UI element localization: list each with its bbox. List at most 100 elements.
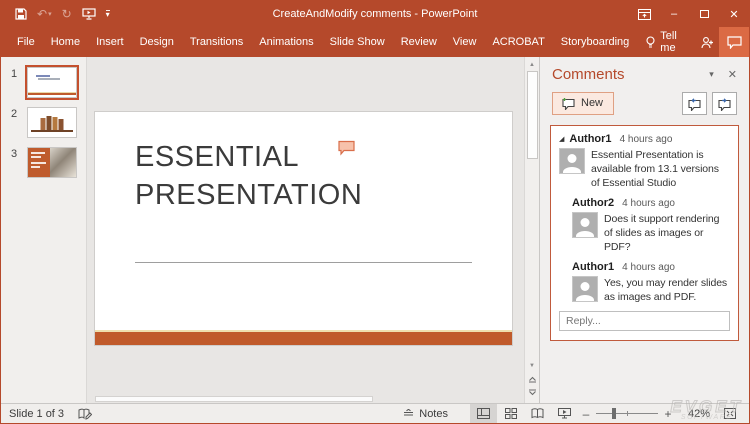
vertical-scrollbar[interactable]: ▲ ▼ xyxy=(524,57,539,403)
tab-home[interactable]: Home xyxy=(43,27,88,57)
slide-title-text[interactable]: ESSENTIAL PRESENTATION xyxy=(135,138,362,214)
slide-number: 3 xyxy=(1,147,27,160)
slide-divider-line xyxy=(135,262,472,263)
pane-dropdown-icon[interactable]: ▾ xyxy=(695,69,728,80)
reply-input[interactable] xyxy=(559,311,730,331)
slide-canvas[interactable]: ESSENTIAL PRESENTATION xyxy=(94,111,513,346)
tab-slide-show[interactable]: Slide Show xyxy=(322,27,393,57)
thumbnail-row-1: 1 xyxy=(1,67,86,98)
comment-text: Yes, you may render slides as images and… xyxy=(604,276,730,304)
tab-transitions[interactable]: Transitions xyxy=(182,27,251,57)
tab-animations[interactable]: Animations xyxy=(251,27,321,57)
slide-thumbnail-3[interactable] xyxy=(27,147,77,178)
comments-pane-header: Comments ▾ ✕ xyxy=(540,57,749,85)
previous-slide-button[interactable] xyxy=(528,372,537,386)
status-right: Notes – + 42% xyxy=(403,404,749,423)
slide-editor: ESSENTIAL PRESENTATION ▲ ▼ xyxy=(87,57,539,403)
title-bar: CreateAndModify comments - PowerPoint ↶▾… xyxy=(1,1,749,27)
slide-thumbnail-2[interactable] xyxy=(27,107,77,138)
new-comment-button[interactable]: New xyxy=(552,92,614,115)
tab-design[interactable]: Design xyxy=(132,27,182,57)
slide-indicator: Slide 1 of 3 xyxy=(9,408,64,420)
slide-number: 1 xyxy=(1,67,27,80)
minimize-button[interactable]: – xyxy=(659,1,689,27)
comment-header: ◢ Author1 4 hours ago xyxy=(559,133,730,145)
scroll-up-icon[interactable]: ▲ xyxy=(529,57,535,71)
comment-author: Author1 xyxy=(572,261,614,273)
scrollbar-thumb[interactable] xyxy=(527,71,538,159)
slide-sorter-view-button[interactable] xyxy=(497,404,524,423)
new-comment-label: New xyxy=(581,97,603,109)
ribbon-display-options-icon[interactable] xyxy=(629,1,659,27)
comments-pane: Comments ▾ ✕ New ◢ A xyxy=(539,57,749,403)
comment-replies: Author2 4 hours ago Does it support rend… xyxy=(572,197,730,304)
reading-view-button[interactable] xyxy=(524,404,551,423)
comment-text: Does it support rendering of slides as i… xyxy=(604,212,730,254)
comment-marker-icon[interactable] xyxy=(337,140,357,157)
comment-time: 4 hours ago xyxy=(622,262,675,273)
tab-file[interactable]: File xyxy=(9,27,43,57)
avatar xyxy=(559,148,585,174)
share-button[interactable] xyxy=(694,27,719,57)
zoom-slider-knob[interactable] xyxy=(612,408,616,419)
avatar xyxy=(572,212,598,238)
normal-view-button[interactable] xyxy=(470,404,497,423)
show-comments-button[interactable] xyxy=(719,27,749,57)
notes-toggle[interactable]: Notes xyxy=(403,408,448,420)
status-left: Slide 1 of 3 xyxy=(1,408,92,420)
close-button[interactable]: ✕ xyxy=(719,1,749,27)
slide-show-view-button[interactable] xyxy=(551,404,578,423)
comment-body: Essential Presentation is available from… xyxy=(559,148,730,190)
tell-me-box[interactable]: Tell me xyxy=(637,27,694,57)
comment-time: 4 hours ago xyxy=(620,134,673,145)
reply-body: Yes, you may render slides as images and… xyxy=(572,276,730,304)
maximize-button[interactable] xyxy=(689,1,719,27)
fit-slide-to-window-button[interactable] xyxy=(716,404,743,423)
reply-body: Does it support rendering of slides as i… xyxy=(572,212,730,254)
next-slide-button[interactable] xyxy=(528,386,537,403)
slide-number: 2 xyxy=(1,107,27,120)
previous-comment-button[interactable] xyxy=(682,92,707,115)
status-bar: Slide 1 of 3 Notes – xyxy=(1,403,749,423)
tab-review[interactable]: Review xyxy=(393,27,445,57)
start-from-beginning-icon[interactable] xyxy=(82,8,96,20)
comment-author: Author1 xyxy=(569,133,611,145)
comment-thread[interactable]: ◢ Author1 4 hours ago Essential Presenta… xyxy=(550,125,739,341)
thumbnail-row-3: 3 xyxy=(1,147,86,178)
save-icon[interactable] xyxy=(15,8,27,20)
comment-text: Essential Presentation is available from… xyxy=(591,148,730,190)
notes-label: Notes xyxy=(419,408,448,420)
zoom-out-button[interactable]: – xyxy=(578,407,594,421)
tab-insert[interactable]: Insert xyxy=(88,27,132,57)
scroll-down-icon[interactable]: ▼ xyxy=(529,358,535,372)
comments-toolbar: New xyxy=(540,85,749,117)
comment-time: 4 hours ago xyxy=(622,198,675,209)
tab-storyboarding[interactable]: Storyboarding xyxy=(553,27,638,57)
proofing-icon[interactable] xyxy=(78,408,92,420)
collapse-thread-icon[interactable]: ◢ xyxy=(559,135,564,143)
zoom-slider[interactable] xyxy=(596,404,658,423)
tab-view[interactable]: View xyxy=(445,27,485,57)
zoom-in-button[interactable]: + xyxy=(660,407,676,421)
main-area: 1 2 xyxy=(1,57,749,403)
customize-quick-access-icon[interactable]: ▾ xyxy=(106,10,110,18)
reply-header: Author1 4 hours ago xyxy=(572,261,730,273)
window-controls: – ✕ xyxy=(629,1,749,27)
ribbon-tab-row: File Home Insert Design Transitions Anim… xyxy=(1,27,749,57)
powerpoint-window: CreateAndModify comments - PowerPoint ↶▾… xyxy=(0,0,750,424)
redo-icon[interactable]: ↻ xyxy=(62,7,72,21)
lightbulb-icon xyxy=(645,36,656,49)
horizontal-scrollbar[interactable] xyxy=(95,396,373,402)
thumbnail-row-2: 2 xyxy=(1,107,86,138)
slide-thumbnail-1[interactable] xyxy=(27,67,77,98)
pane-close-icon[interactable]: ✕ xyxy=(728,68,737,81)
quick-access-toolbar: ↶▾ ↻ ▾ xyxy=(1,1,110,27)
comment-author: Author2 xyxy=(572,197,614,209)
avatar xyxy=(572,276,598,302)
slide-thumbnail-panel: 1 2 xyxy=(1,57,87,403)
tab-acrobat[interactable]: ACROBAT xyxy=(484,27,552,57)
comments-pane-title: Comments xyxy=(552,66,695,83)
next-comment-button[interactable] xyxy=(712,92,737,115)
undo-icon[interactable]: ↶▾ xyxy=(37,7,52,21)
zoom-level[interactable]: 42% xyxy=(676,408,710,420)
